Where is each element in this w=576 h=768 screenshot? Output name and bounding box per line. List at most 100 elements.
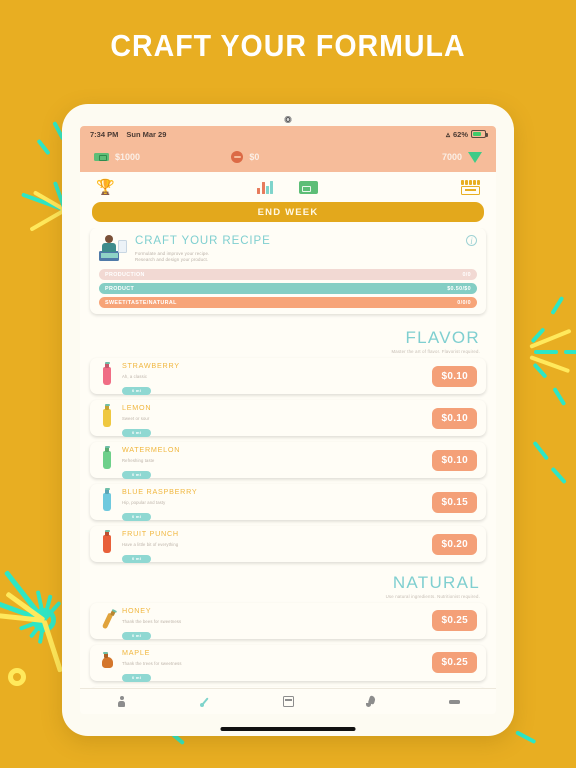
status-time: 7:34 PM [90, 129, 119, 139]
item-description: Hip, popular and tasty [122, 500, 166, 506]
tab-production[interactable] [330, 696, 413, 708]
item-price[interactable]: $0.25 [432, 652, 477, 674]
debt-display: $0 [231, 151, 259, 163]
section-subtitle-natural: Use natural ingredients. Nutritionist re… [385, 593, 480, 599]
bar-icon [448, 699, 460, 704]
item-price[interactable]: $0.15 [432, 491, 477, 513]
section-header-flavor: FLAVOR Master the art of flavor. Flavori… [90, 323, 486, 358]
bottle-icon [97, 403, 117, 428]
list-item[interactable]: BLUE RASPBERRY Hip, popular and tasty 0 … [90, 484, 486, 521]
camera-icon [284, 116, 292, 123]
item-name: WATERMELON [122, 444, 181, 454]
tablet-screen: 7:34 PM Sun Mar 29 ▵ 62% $1000 $0 7000 🏆… [80, 126, 496, 714]
item-name: STRAWBERRY [122, 360, 180, 370]
recipe-card-subtitle-2: Research and design your product. [135, 257, 209, 263]
currency-bar: $1000 $0 7000 [80, 142, 496, 172]
recipe-card-title: CRAFT YOUR RECIPE [135, 235, 271, 247]
cash-display: $1000 [94, 152, 140, 162]
item-price[interactable]: $0.10 [432, 407, 477, 429]
chart-icon[interactable] [257, 180, 274, 194]
gems-value: 7000 [441, 152, 462, 162]
item-amount-badge: 0 ml [122, 631, 152, 640]
item-description: Refreshing taste [122, 458, 155, 464]
section-header-natural: NATURAL Use natural ingredients. Nutriti… [90, 568, 486, 603]
gems-display: 7000 [441, 151, 482, 163]
item-name: FRUIT PUNCH [122, 528, 179, 538]
pipette-icon [199, 696, 211, 708]
cash-value: $1000 [115, 152, 141, 162]
home-indicator[interactable] [220, 727, 356, 731]
list-item[interactable]: STRAWBERRY Ah, a classic 0 ml $0.10 [90, 358, 486, 395]
tab-more[interactable] [413, 699, 496, 704]
progress-bar-production: PRODUCTION 0/0 [99, 269, 477, 281]
status-bar: 7:34 PM Sun Mar 29 ▵ 62% [80, 126, 496, 142]
tablet-device: 7:34 PM Sun Mar 29 ▵ 62% $1000 $0 7000 🏆… [62, 104, 514, 736]
credit-card-icon[interactable] [299, 180, 319, 194]
debt-value: $0 [249, 152, 260, 162]
honey-dipper-icon [97, 612, 117, 630]
section-title-flavor: FLAVOR [405, 328, 480, 348]
item-description: Thank the trees for sweetness [122, 661, 182, 667]
trophy-icon[interactable]: 🏆 [96, 178, 115, 196]
progress-bar-product: PRODUCT $0.50/$0 [99, 283, 477, 295]
person-icon [118, 695, 126, 708]
battery-percent: 62% [452, 129, 468, 139]
wifi-icon: ▵ [445, 129, 450, 139]
money-icon [94, 153, 109, 161]
section-title-natural: NATURAL [392, 573, 480, 593]
item-name: LEMON [122, 402, 152, 412]
bottle-icon [97, 529, 117, 554]
gem-icon [467, 151, 482, 163]
item-price[interactable]: $0.20 [432, 533, 477, 555]
section-subtitle-flavor: Master the art of flavor. Flavorist requ… [391, 349, 480, 355]
scientist-avatar-icon [99, 235, 127, 261]
bottle-icon [97, 445, 117, 470]
item-amount-badge: 0 ml [122, 428, 152, 437]
tab-machines[interactable] [246, 696, 329, 707]
status-date: Sun Mar 29 [126, 129, 167, 139]
tab-staff[interactable] [80, 695, 163, 708]
list-item[interactable]: WATERMELON Refreshing taste 0 ml $0.10 [90, 442, 486, 479]
item-price[interactable]: $0.10 [432, 449, 477, 471]
progress-bar-sweet: SWEET/TASTE/NATURAL 0/0/0 [99, 297, 477, 309]
item-amount-badge: 0 ml [122, 554, 152, 563]
progress-label-sweet: SWEET/TASTE/NATURAL [105, 299, 177, 306]
tab-recipe[interactable] [163, 696, 246, 708]
pour-icon [365, 696, 377, 708]
item-description: Have a little bit of everything [122, 542, 179, 548]
item-amount-badge: 0 ml [122, 512, 152, 521]
battery-icon [471, 130, 488, 138]
bottle-icon [97, 487, 117, 512]
maple-leaf-icon [97, 651, 117, 669]
progress-label-production: PRODUCTION [105, 271, 145, 278]
coin-icon [231, 151, 244, 163]
item-description: Sweet or sour [122, 416, 150, 422]
list-item[interactable]: LEMON Sweet or sour 0 ml $0.10 [90, 400, 486, 437]
burst-right-lower [530, 430, 576, 490]
progress-value-sweet: 0/0/0 [457, 299, 471, 306]
item-name: MAPLE [122, 647, 151, 657]
info-icon[interactable]: i [466, 235, 477, 246]
list-item[interactable]: HONEY Thank the bees for sweetness 0 ml … [90, 602, 486, 640]
item-price[interactable]: $0.10 [432, 365, 477, 387]
progress-label-product: PRODUCT [105, 285, 135, 292]
list-item[interactable]: MAPLE Thank the trees for sweetness 0 ml… [90, 644, 486, 682]
store-icon[interactable] [461, 179, 481, 195]
machine-icon [282, 696, 294, 707]
bottle-icon [97, 361, 117, 386]
end-week-button[interactable]: END WEEK [92, 202, 484, 222]
list-item[interactable]: FRUIT PUNCH Have a little bit of everyth… [90, 526, 486, 563]
page-title: CRAFT YOUR FORMULA [110, 28, 466, 63]
item-description: Ah, a classic [122, 374, 148, 380]
item-amount-badge: 0 ml [122, 673, 152, 682]
progress-value-product: $0.50/$0 [447, 285, 471, 292]
item-price[interactable]: $0.25 [432, 610, 477, 632]
top-toolbar: 🏆 [80, 172, 496, 202]
recipe-progress-bars: PRODUCTION 0/0 PRODUCT $0.50/$0 SWEET/TA… [99, 269, 477, 309]
progress-value-production: 0/0 [462, 271, 471, 278]
item-amount-badge: 0 ml [122, 386, 152, 395]
item-name: BLUE RASPBERRY [122, 486, 198, 496]
craft-recipe-card[interactable]: CRAFT YOUR RECIPE Formulate and improve … [90, 228, 486, 315]
content-area[interactable]: CRAFT YOUR RECIPE Formulate and improve … [80, 228, 496, 688]
item-description: Thank the bees for sweetness [122, 619, 182, 625]
